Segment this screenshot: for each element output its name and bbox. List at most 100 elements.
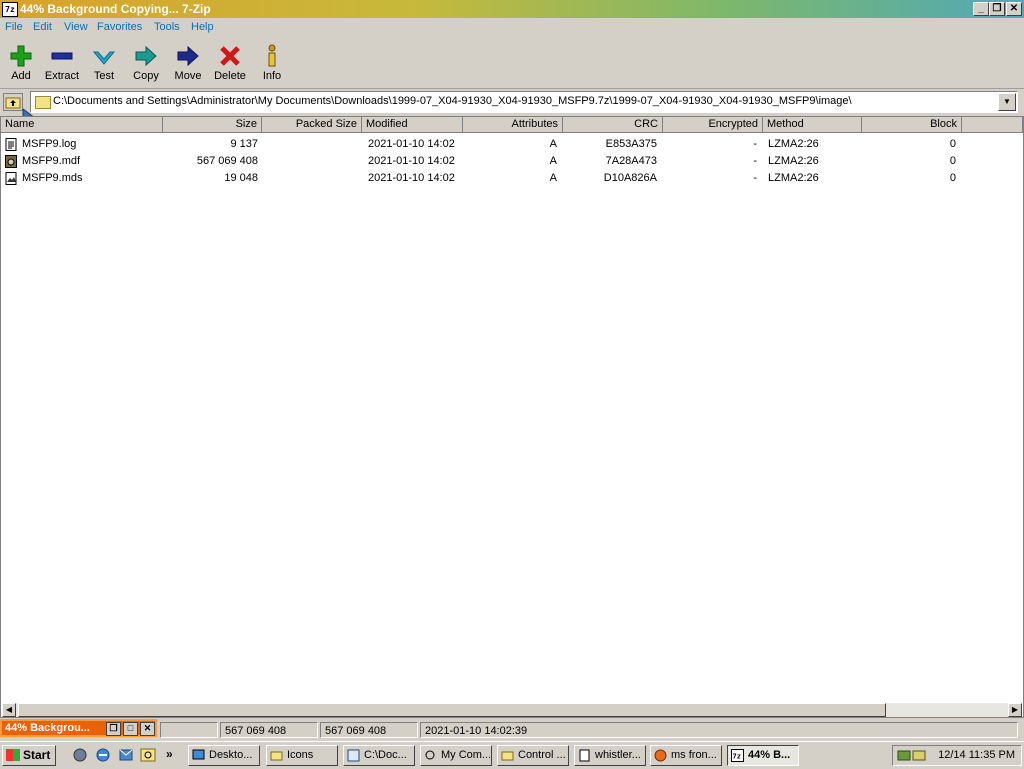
- status-selection: [160, 722, 218, 738]
- menu-favorites[interactable]: Favorites: [97, 21, 142, 33]
- minimized-window-title: 44% Backgrou...: [5, 722, 90, 734]
- menu-view[interactable]: View: [64, 21, 88, 33]
- task-label: Deskto...: [209, 749, 253, 761]
- test-button[interactable]: Test: [83, 42, 125, 86]
- search-icon[interactable]: [140, 747, 156, 763]
- delete-button[interactable]: Delete: [209, 42, 251, 86]
- windows-logo-icon: [6, 749, 20, 761]
- extract-button[interactable]: Extract: [41, 42, 83, 86]
- plus-icon: [10, 45, 32, 67]
- column-header-packed-size[interactable]: Packed Size: [262, 117, 362, 133]
- file-encrypted: -: [753, 172, 757, 184]
- restore-button[interactable]: ❐: [106, 722, 121, 736]
- task-7zip[interactable]: 7z 44% B...: [727, 745, 799, 766]
- menu-edit[interactable]: Edit: [33, 21, 52, 33]
- add-button[interactable]: Add: [0, 42, 42, 86]
- task-control-panel[interactable]: Control ...: [497, 745, 569, 766]
- toolbar: Add Extract Test Copy Move Delete Info: [0, 38, 1024, 89]
- column-header-size[interactable]: Size: [163, 117, 262, 133]
- menu-file[interactable]: File: [5, 21, 23, 33]
- svg-text:7z: 7z: [733, 753, 741, 761]
- copy-button[interactable]: Copy: [125, 42, 167, 86]
- file-packed-size: [262, 153, 362, 170]
- internet-explorer-icon[interactable]: [95, 747, 111, 763]
- column-header-name[interactable]: Name: [1, 117, 163, 133]
- file-size: 567 069 408: [196, 155, 258, 167]
- maximize-button[interactable]: □: [123, 722, 138, 736]
- 7zip-app-icon: 7z: [731, 749, 744, 762]
- close-button[interactable]: ✕: [140, 722, 155, 736]
- title-bar[interactable]: 7z 44% Background Copying... 7-Zip _ ❐ ✕: [0, 0, 1024, 18]
- taskbar: Start » Deskto... Icons C:\Doc... My Com…: [0, 741, 1024, 769]
- start-button[interactable]: Start: [2, 745, 56, 766]
- file-encrypted: -: [753, 138, 757, 150]
- minimize-button[interactable]: _: [973, 2, 989, 16]
- scroll-left-icon[interactable]: ◀: [2, 703, 16, 717]
- copy-label: Copy: [133, 70, 159, 82]
- task-desktop[interactable]: Deskto...: [188, 745, 260, 766]
- file-list[interactable]: Name Size Packed Size Modified Attribute…: [0, 116, 1024, 718]
- column-header-block[interactable]: Block: [862, 117, 962, 133]
- text-file-icon: [5, 138, 17, 151]
- restore-button[interactable]: ❐: [989, 2, 1005, 16]
- file-method: LZMA2:26: [768, 172, 819, 184]
- move-button[interactable]: Move: [167, 42, 209, 86]
- outlook-icon[interactable]: [118, 747, 134, 763]
- task-my-computer[interactable]: My Com...: [420, 745, 492, 766]
- add-label: Add: [11, 70, 31, 82]
- close-button[interactable]: ✕: [1006, 2, 1022, 16]
- task-label: ms fron...: [671, 749, 717, 761]
- disc-image-icon: [5, 155, 17, 168]
- extract-label: Extract: [44, 70, 80, 82]
- up-folder-button[interactable]: [3, 93, 23, 111]
- file-size: 19 048: [224, 172, 258, 184]
- table-row[interactable]: MSFP9.mdf 567 069 408 2021-01-10 14:02 A…: [1, 153, 1001, 170]
- system-tray: 12/14 11:35 PM: [892, 745, 1022, 766]
- table-row[interactable]: MSFP9.log 9 137 2021-01-10 14:02 A E853A…: [1, 136, 1001, 153]
- info-button[interactable]: Info: [251, 42, 293, 86]
- file-crc: 7A28A473: [605, 155, 657, 167]
- file-name: MSFP9.log: [22, 138, 77, 150]
- status-modified: 2021-01-10 14:02:39: [420, 722, 1018, 738]
- column-header-crc[interactable]: CRC: [563, 117, 663, 133]
- task-c-documents[interactable]: C:\Doc...: [343, 745, 415, 766]
- notepad-icon: [579, 749, 590, 762]
- horizontal-scrollbar[interactable]: ◀ ▶: [2, 703, 1022, 717]
- task-firefox[interactable]: ms fron...: [650, 745, 722, 766]
- task-icons[interactable]: Icons: [266, 745, 338, 766]
- move-label: Move: [174, 70, 202, 82]
- quick-launch-overflow[interactable]: »: [166, 747, 173, 761]
- explorer-icon: [347, 749, 360, 762]
- 7zip-app-icon: 7z: [2, 2, 18, 17]
- file-method: LZMA2:26: [768, 155, 819, 167]
- address-combobox[interactable]: C:\Documents and Settings\Administrator\…: [30, 91, 1018, 113]
- image-file-icon: [5, 172, 17, 185]
- tray-network-icons[interactable]: [897, 749, 927, 763]
- status-packed-size: 567 069 408: [320, 722, 418, 738]
- network-icon[interactable]: [72, 747, 88, 763]
- search-icon: [425, 750, 435, 760]
- column-header-extra[interactable]: [962, 117, 1023, 133]
- address-path: C:\Documents and Settings\Administrator\…: [53, 95, 852, 107]
- chevron-down-icon[interactable]: ▼: [998, 93, 1016, 111]
- task-label: Icons: [287, 749, 314, 761]
- table-row[interactable]: MSFP9.mds 19 048 2021-01-10 14:02 A D10A…: [1, 170, 1001, 187]
- menu-tools[interactable]: Tools: [154, 21, 180, 33]
- x-icon: [220, 46, 240, 66]
- status-size: 567 069 408: [220, 722, 318, 738]
- column-header-modified[interactable]: Modified: [362, 117, 463, 133]
- scrollbar-thumb[interactable]: [18, 703, 886, 717]
- file-name: MSFP9.mds: [22, 172, 83, 184]
- file-method: LZMA2:26: [768, 138, 819, 150]
- task-label: whistler...: [595, 749, 641, 761]
- scroll-right-icon[interactable]: ▶: [1008, 703, 1022, 717]
- file-attributes: A: [549, 155, 557, 167]
- column-header-method[interactable]: Method: [763, 117, 862, 133]
- menu-help[interactable]: Help: [191, 21, 214, 33]
- task-whistler[interactable]: whistler...: [574, 745, 646, 766]
- delete-label: Delete: [214, 70, 246, 82]
- column-header-attributes[interactable]: Attributes: [463, 117, 563, 133]
- minimized-progress-window[interactable]: 44% Backgrou... ❐ □ ✕: [0, 719, 157, 737]
- clock[interactable]: 12/14 11:35 PM: [938, 749, 1015, 761]
- column-header-encrypted[interactable]: Encrypted: [663, 117, 763, 133]
